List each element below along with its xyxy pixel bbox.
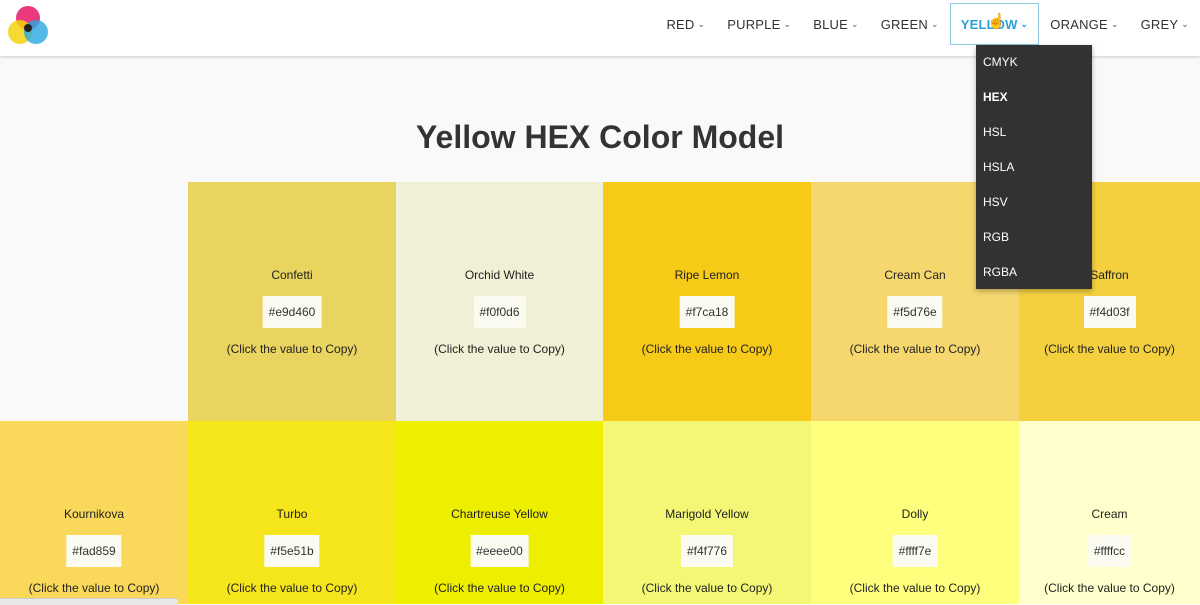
color-name: Confetti [271, 268, 313, 282]
copy-hint: (Click the value to Copy) [641, 581, 773, 595]
copy-hint: (Click the value to Copy) [641, 342, 773, 356]
color-name: Orchid White [464, 268, 535, 282]
hex-value-button[interactable]: #f7ca18 [679, 296, 735, 328]
copy-hint: (Click the value to Copy) [1044, 342, 1175, 356]
color-name: Dolly [901, 507, 929, 521]
copy-hint: (Click the value to Copy) [1044, 581, 1175, 595]
nav-label: GREEN [880, 16, 928, 32]
chevron-down-icon: ⌄ [851, 18, 859, 29]
dropdown-item-hsl[interactable]: HSL [976, 115, 1092, 150]
hex-value-button[interactable]: #ffffcc [1087, 535, 1132, 567]
color-name: Turbo [276, 507, 308, 521]
dropdown-item-cmyk[interactable]: CMYK [976, 45, 1092, 80]
nav-item-orange[interactable]: ORANGE ⌄ [1039, 3, 1129, 45]
nav-label: RED [666, 16, 695, 32]
nav-label: BLUE [813, 16, 848, 32]
copy-hint: (Click the value to Copy) [849, 342, 981, 356]
color-tile: Confetti #e9d460 (Click the value to Copy) [188, 182, 396, 421]
nav-item-green[interactable]: GREEN ⌄ [870, 3, 950, 45]
copy-hint: (Click the value to Copy) [226, 581, 358, 595]
nav-item-grey[interactable]: GREY ⌄ [1130, 3, 1200, 45]
hex-value-button[interactable]: #e9d460 [262, 296, 322, 328]
color-tile: Orchid White #f0f0d6 (Click the value to C… [396, 182, 603, 421]
yellow-dropdown-menu: CMYK HEX HSL HSLA HSV RGB RGBA [976, 45, 1092, 289]
hex-value-button[interactable]: #f5e51b [264, 535, 320, 567]
copy-hint: (Click the value to Copy) [434, 342, 565, 356]
hex-value-button[interactable]: #ffff7e [892, 535, 938, 567]
color-tile: Marigold Yellow #f4f776 (Click the value t… [603, 421, 811, 604]
hand-cursor-icon: ☝ [987, 13, 1006, 30]
color-tile: Ripe Lemon #f7ca18 (Click the value to Cop… [603, 182, 811, 421]
hex-value-button[interactable]: #f4f776 [680, 535, 734, 567]
hex-value-button[interactable]: #f5d76e [887, 296, 943, 328]
hex-value-button[interactable]: #eeee00 [470, 535, 529, 567]
copy-hint: (Click the value to Copy) [849, 581, 981, 595]
hex-value-button[interactable]: #f0f0d6 [473, 296, 526, 328]
dropdown-item-hsla[interactable]: HSLA [976, 150, 1092, 185]
hex-value-button[interactable]: #f4d03f [1083, 296, 1136, 328]
color-name: Cream [1091, 507, 1128, 521]
nav-label: GREY [1140, 16, 1179, 32]
nav-label: ORANGE [1050, 16, 1108, 32]
color-tile: Dolly #ffff7e (Click the value to Copy) [811, 421, 1019, 604]
dropdown-item-hex[interactable]: HEX [976, 80, 1092, 115]
copy-hint: (Click the value to Copy) [28, 581, 160, 595]
color-tile: Cream #ffffcc (Click the value to Copy) [1019, 421, 1200, 604]
nav-item-blue[interactable]: BLUE ⌄ [802, 3, 870, 45]
chevron-down-icon: ⌄ [1181, 18, 1189, 29]
color-name: Chartreuse Yellow [451, 507, 548, 521]
nav-item-purple[interactable]: PURPLE ⌄ [716, 3, 802, 45]
nav-item-red[interactable]: RED ⌄ [655, 3, 716, 45]
chevron-down-icon: ⌄ [783, 18, 792, 29]
site-logo-icon[interactable] [6, 5, 50, 47]
nav-label: PURPLE [727, 16, 781, 32]
copy-hint: (Click the value to Copy) [434, 581, 565, 595]
chevron-down-icon: ⌄ [1020, 18, 1029, 29]
dropdown-item-rgba[interactable]: RGBA [976, 255, 1092, 290]
color-name: Kournikova [63, 507, 125, 521]
color-name: Marigold Yellow [665, 507, 749, 521]
main-nav: RED ⌄ PURPLE ⌄ BLUE ⌄ GREEN ⌄ YELLOW ⌄ ORANGE… [655, 0, 1200, 48]
copy-hint: (Click the value to Copy) [226, 342, 358, 356]
chevron-down-icon: ⌄ [930, 18, 939, 29]
dropdown-item-hsv[interactable]: HSV [976, 185, 1092, 220]
color-tile: Turbo #f5e51b (Click the value to Copy) [188, 421, 396, 604]
color-name: Ripe Lemon [674, 268, 740, 282]
color-tile: Kournikova #fad859 (Click the value to Cop… [0, 421, 188, 604]
hex-value-button[interactable]: #fad859 [66, 535, 122, 567]
chevron-down-icon: ⌄ [697, 18, 706, 29]
color-tile: Chartreuse Yellow #eeee00 (Click the value… [396, 421, 603, 604]
dropdown-item-rgb[interactable]: RGB [976, 220, 1092, 255]
chevron-down-icon: ⌄ [1110, 18, 1119, 29]
